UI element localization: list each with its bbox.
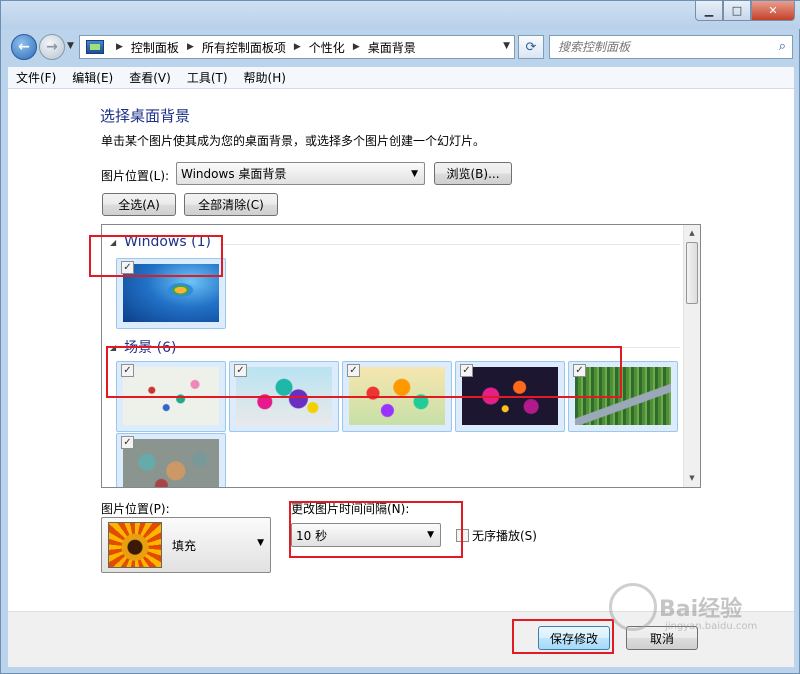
thumbnail-checkbox[interactable]: ✓ [121,436,134,449]
menu-edit[interactable]: 编辑(E) [64,69,121,86]
breadcrumb-item-desktop-background[interactable]: 桌面背景 [368,39,416,56]
chevron-right-icon[interactable]: ▶ [116,42,123,52]
control-panel-icon [86,40,104,54]
clear-all-button[interactable]: 全部清除(C) [184,193,278,216]
group-divider [220,244,680,245]
search-input[interactable] [550,36,760,58]
picture-location-value: Windows 桌面背景 [181,167,287,181]
abstract-shapes-image [123,439,219,487]
search-icon[interactable]: ⌕ [779,39,786,54]
menu-view[interactable]: 查看(V) [121,69,179,86]
chevron-right-icon[interactable]: ▶ [353,42,360,52]
address-history-dropdown[interactable]: ▼ [503,41,510,51]
menu-bar: 文件(F) 编辑(E) 查看(V) 工具(T) 帮助(H) [8,67,794,89]
address-bar[interactable]: ▶ 控制面板 ▶ 所有控制面板项 ▶ 个性化 ▶ 桌面背景 ▼ [79,35,515,59]
shuffle-label: 无序播放(S) [472,529,537,543]
picture-position-label: 图片位置(P): [101,502,170,516]
highlight-box-windows-group [89,235,223,277]
page-description: 单击某个图片使其成为您的桌面背景，或选择多个图片创建一个幻灯片。 [101,134,486,148]
title-bar: ▁ □ ✕ [1,1,800,29]
refresh-icon: ⟳ [525,39,537,55]
recent-pages-dropdown[interactable]: ▼ [67,41,74,51]
watermark-title: Bai经验 [659,597,743,622]
highlight-box-save-button [512,619,614,654]
chevron-down-icon: ▼ [411,168,418,179]
back-button[interactable]: ← [11,34,37,60]
menu-tools[interactable]: 工具(T) [179,69,236,86]
forward-button[interactable]: → [39,34,65,60]
minimize-button[interactable]: ▁ [695,1,723,21]
scroll-up-icon[interactable]: ▲ [684,225,700,242]
select-all-button[interactable]: 全选(A) [102,193,176,216]
close-button[interactable]: ✕ [751,1,795,21]
wallpaper-thumbnail[interactable]: ✓ [116,433,226,487]
chevron-right-icon[interactable]: ▶ [187,42,194,52]
watermark-url: jingyan.baidu.com [665,621,758,632]
menu-help[interactable]: 帮助(H) [236,69,294,86]
chevron-down-icon: ▼ [257,538,264,548]
breadcrumb-item-all-items[interactable]: 所有控制面板项 [202,39,286,56]
baidu-jingyan-watermark: Bai经验 jingyan.baidu.com [609,581,759,641]
picture-position-select[interactable]: 填充 ▼ [101,517,271,573]
shuffle-checkbox[interactable]: 无序播放(S) [456,527,537,544]
arrow-right-icon: → [46,39,58,55]
picture-location-label: 图片位置(L): [101,169,170,183]
scroll-down-icon[interactable]: ▼ [684,470,700,487]
highlight-box-scene-thumbnails [106,346,622,398]
picture-position-value: 填充 [172,539,197,553]
breadcrumb-item-control-panel[interactable]: 控制面板 [131,39,179,56]
menu-file[interactable]: 文件(F) [8,69,64,86]
search-box: ⌕ [549,35,793,59]
arrow-left-icon: ← [18,39,30,55]
desktop-background-window: ▁ □ ✕ ← → ▼ ▶ 控制面板 ▶ 所有控制面板项 ▶ 个性化 ▶ 桌面背… [0,0,800,674]
position-preview-image [108,522,162,568]
browse-button[interactable]: 浏览(B)... [434,162,512,185]
breadcrumb: ▶ 控制面板 ▶ 所有控制面板项 ▶ 个性化 ▶ 桌面背景 [108,39,416,56]
gallery-scrollbar[interactable]: ▲ ▼ [683,225,700,487]
breadcrumb-item-personalization[interactable]: 个性化 [309,39,345,56]
highlight-box-interval [289,501,463,558]
page-title: 选择桌面背景 [100,107,191,125]
refresh-button[interactable]: ⟳ [518,35,544,59]
paw-logo-icon [609,583,657,631]
caption-buttons: ▁ □ ✕ [695,1,795,21]
chevron-right-icon[interactable]: ▶ [294,42,301,52]
navigation-bar: ← → ▼ ▶ 控制面板 ▶ 所有控制面板项 ▶ 个性化 ▶ 桌面背景 ▼ ⟳ [1,29,800,65]
maximize-button[interactable]: □ [723,1,751,21]
picture-location-select[interactable]: Windows 桌面背景 ▼ [176,162,425,185]
scrollbar-thumb[interactable] [686,242,698,304]
